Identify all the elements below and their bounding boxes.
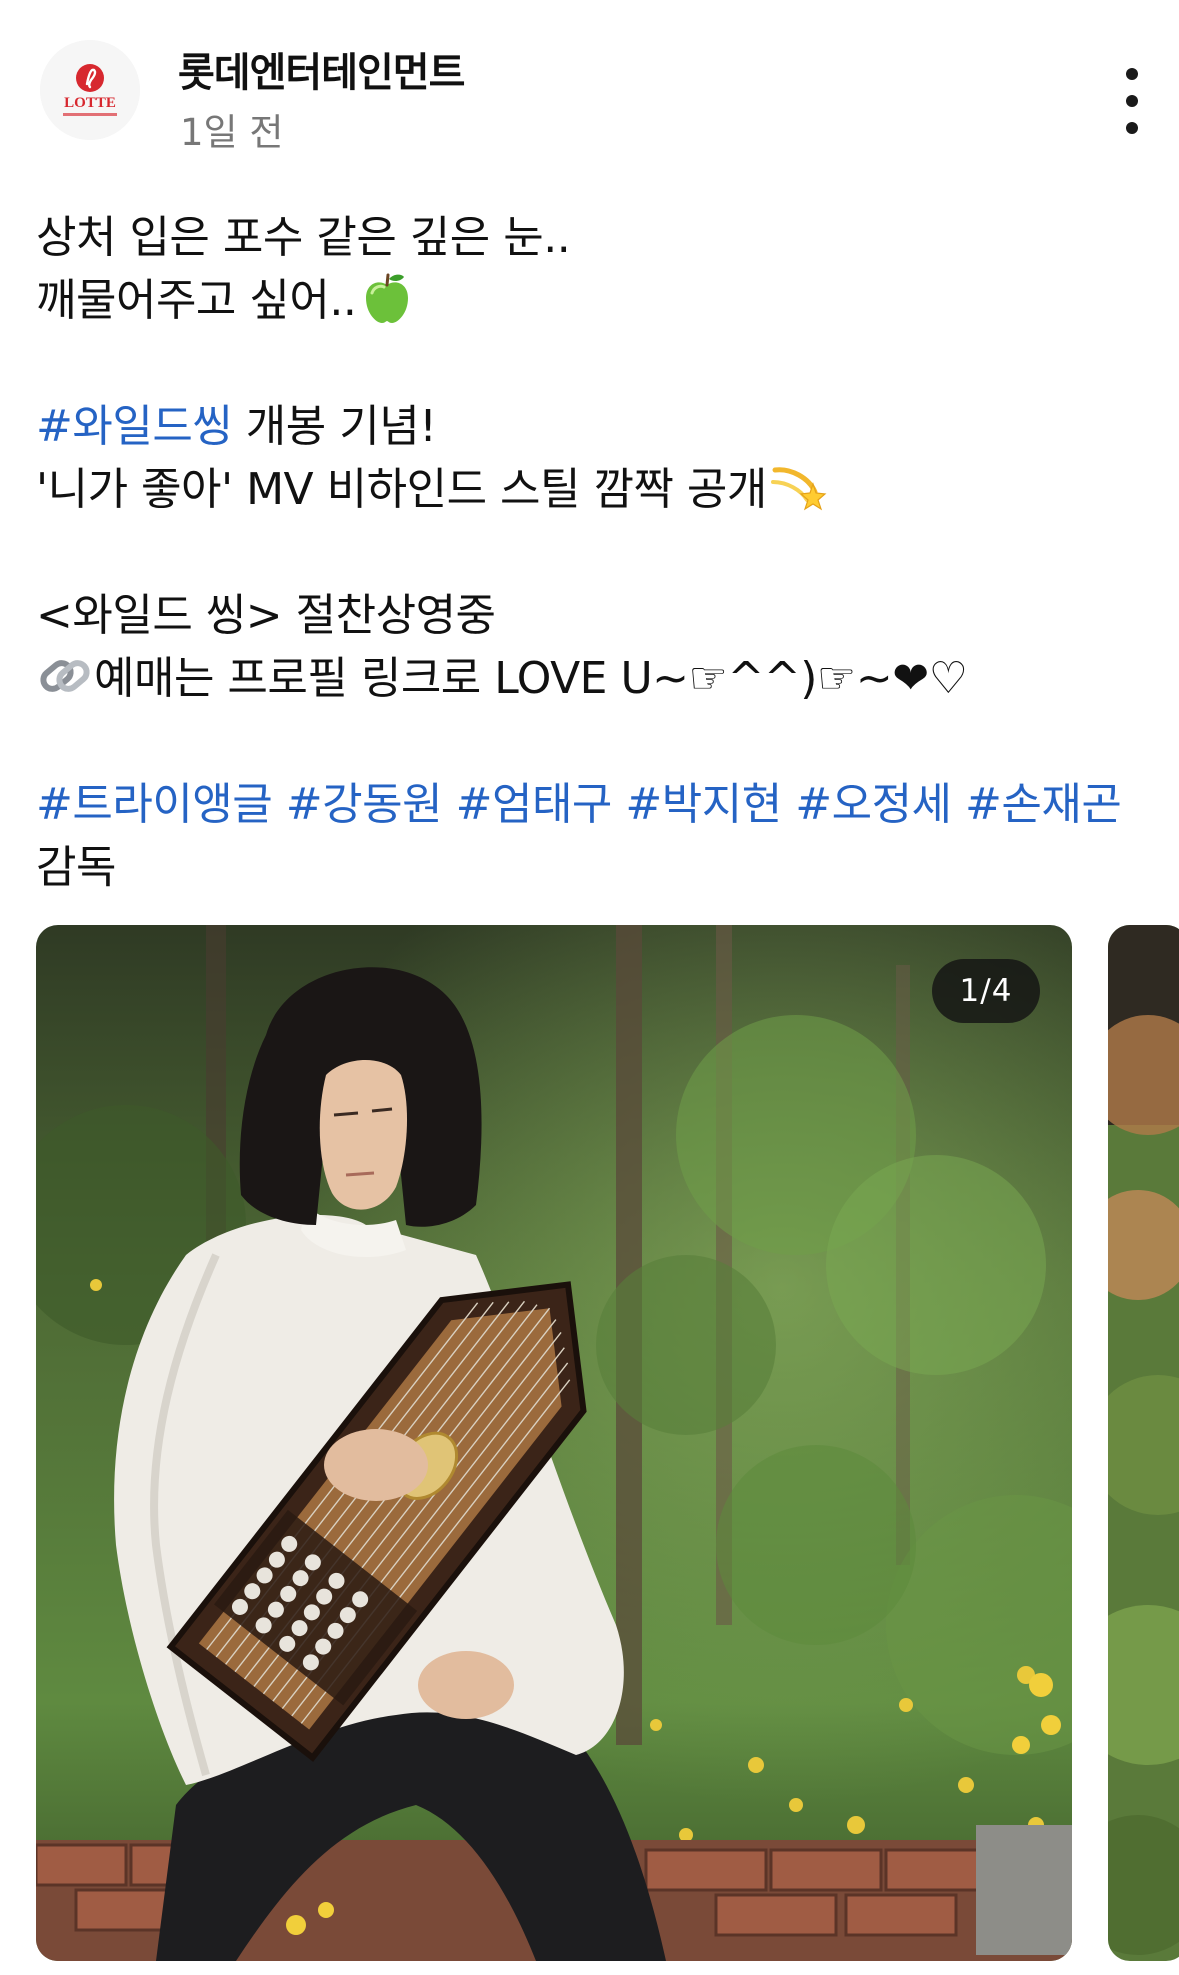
hashtag-link[interactable]: #오정세 — [795, 779, 952, 830]
post-header: LOTTE 롯데엔터테인먼트 1일 전 — [0, 0, 1179, 160]
hashtag-link[interactable]: #트라이앵글 — [36, 779, 273, 830]
hashtag-link[interactable]: #박지현 — [625, 779, 782, 830]
hashtag-link[interactable]: #엄태구 — [456, 779, 613, 830]
dizzy-icon — [770, 467, 827, 511]
media-carousel[interactable]: 1/4 — [36, 925, 1179, 1961]
more-dot-icon — [1126, 95, 1138, 107]
post-caption: 상처 입은 포수 같은 깊은 눈.. 깨물어주고 싶어.. #와일드씽 개봉 기… — [36, 206, 1136, 899]
caption-line: #트라이앵글 #강동원 #엄태구 #박지현 #오정세 #손재곤 — [36, 773, 1136, 836]
more-dot-icon — [1126, 122, 1138, 134]
hashtag-link[interactable]: #강동원 — [286, 779, 443, 830]
author-name[interactable]: 롯데엔터테인먼트 — [178, 40, 465, 98]
media-counter-badge: 1/4 — [932, 959, 1040, 1023]
next-photo-preview[interactable] — [1108, 925, 1179, 1961]
caption-line: 감독 — [36, 842, 116, 893]
hashtag-link[interactable]: #손재곤 — [965, 779, 1122, 830]
caption-line: 예매는 프로필 링크로 LOVE U~☞^^)☞~❤︎♡ — [36, 647, 1136, 710]
author-avatar[interactable]: LOTTE — [40, 40, 140, 140]
more-options-button[interactable] — [1108, 68, 1156, 134]
caption-line: #와일드씽 개봉 기념! — [36, 401, 437, 452]
hashtag-link[interactable]: #와일드씽 — [36, 401, 233, 452]
caption-line: 상처 입은 포수 같은 깊은 눈.. — [36, 212, 571, 263]
link-icon — [40, 660, 90, 692]
photo-image — [36, 925, 1072, 1961]
caption-line: <와일드 씽> 절찬상영중 — [36, 590, 496, 641]
post-timestamp: 1일 전 — [180, 111, 284, 154]
green-apple-icon — [366, 273, 409, 323]
post-photo[interactable]: 1/4 — [36, 925, 1072, 1961]
more-dot-icon — [1126, 68, 1138, 80]
caption-line: '니가 좋아' MV 비하인드 스틸 깜짝 공개 — [36, 458, 1136, 521]
logo-text: LOTTE — [64, 95, 116, 111]
next-photo-image — [1108, 925, 1179, 1961]
caption-line: 깨물어주고 싶어.. — [36, 269, 1136, 332]
lotte-logo-icon: LOTTE — [40, 40, 140, 140]
